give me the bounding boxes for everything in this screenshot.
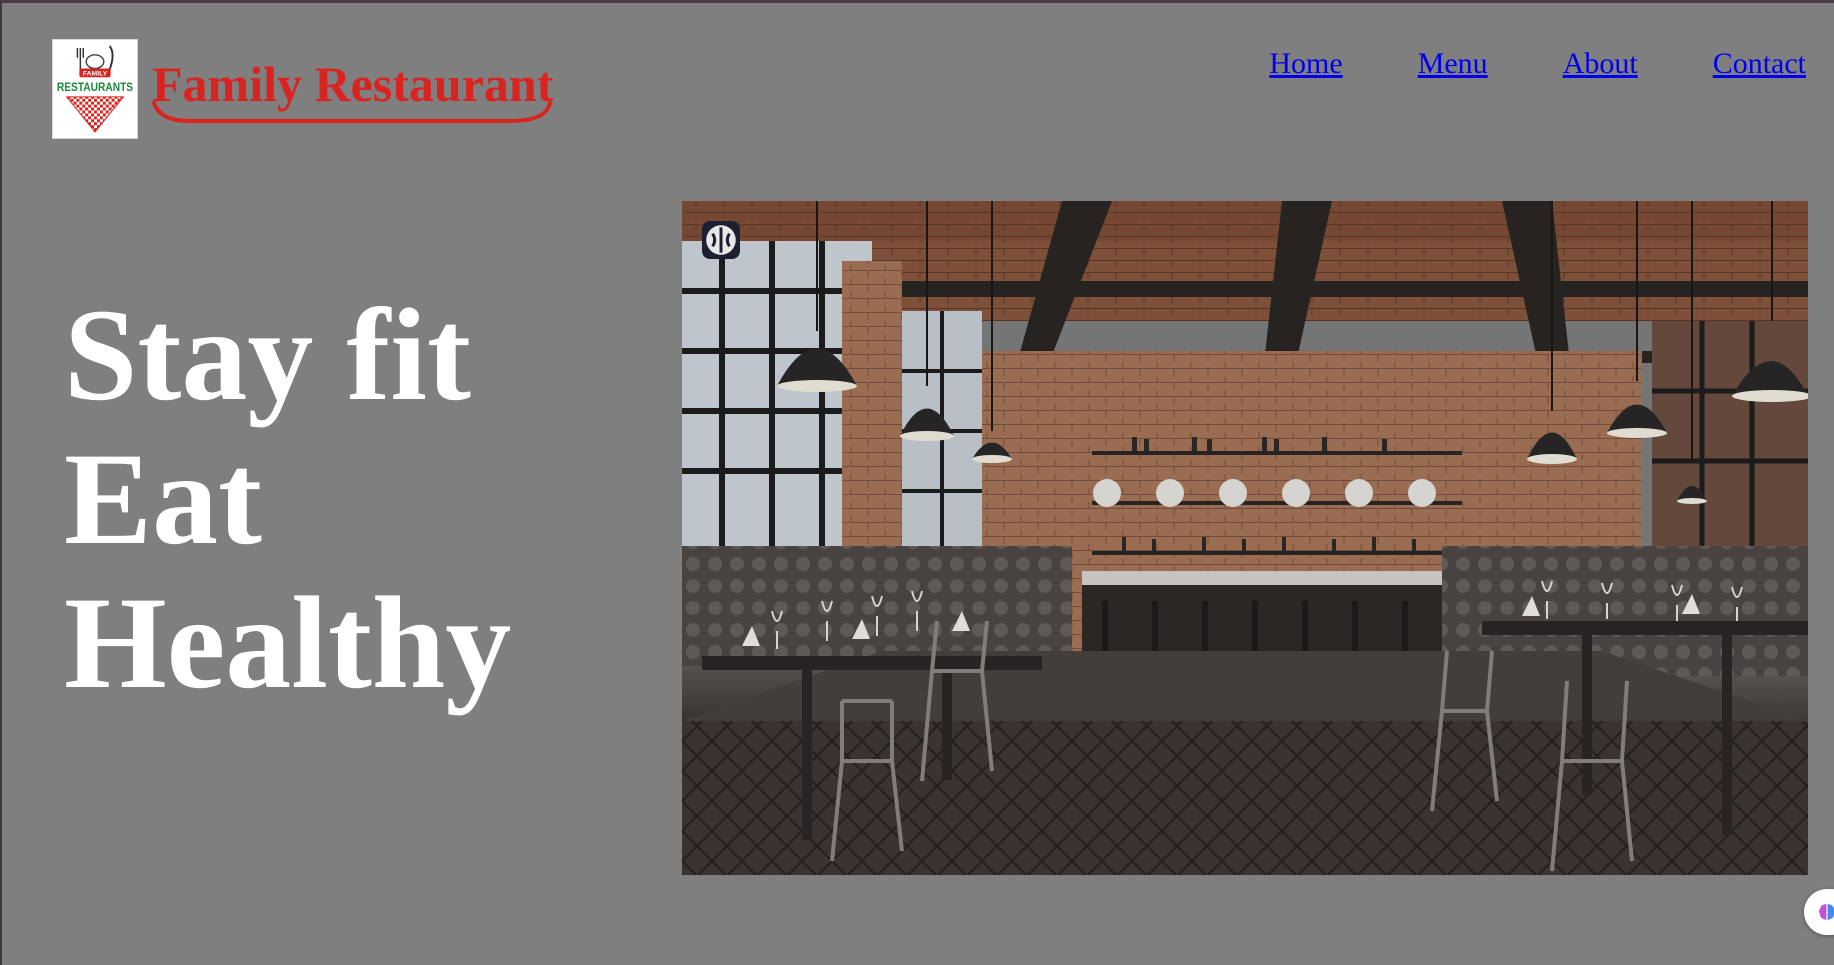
restaurant-interior-image xyxy=(682,201,1808,875)
family-restaurants-logo-icon: FAMILY RESTAURANTS xyxy=(57,45,133,133)
brand-underline-swoosh xyxy=(152,101,552,123)
hero-line-1: Stay fit xyxy=(64,281,471,428)
nav-link-about[interactable]: About xyxy=(1563,47,1638,81)
restaurant-interior-illustration xyxy=(682,201,1808,875)
brain-assistant-icon xyxy=(1819,904,1834,920)
floating-assistant-button[interactable] xyxy=(1804,889,1834,935)
nav-link-menu[interactable]: Menu xyxy=(1418,47,1488,81)
nav-link-home[interactable]: Home xyxy=(1269,47,1342,81)
svg-text:RESTAURANTS: RESTAURANTS xyxy=(57,81,133,94)
site-header: FAMILY RESTAURANTS Family Restaurant Hom… xyxy=(2,3,1834,153)
hero-line-2: Eat xyxy=(64,425,262,572)
hero-headline: Stay fit Eat Healthy xyxy=(64,283,511,715)
hero-line-3: Healthy xyxy=(64,569,512,716)
ai-brain-icon xyxy=(706,225,736,255)
image-ai-badge[interactable] xyxy=(702,221,740,259)
main-navigation: Home Menu About Contact xyxy=(1269,47,1806,81)
nav-link-contact[interactable]: Contact xyxy=(1713,47,1806,81)
restaurant-logo[interactable]: FAMILY RESTAURANTS xyxy=(52,39,138,139)
svg-text:FAMILY: FAMILY xyxy=(83,70,108,77)
